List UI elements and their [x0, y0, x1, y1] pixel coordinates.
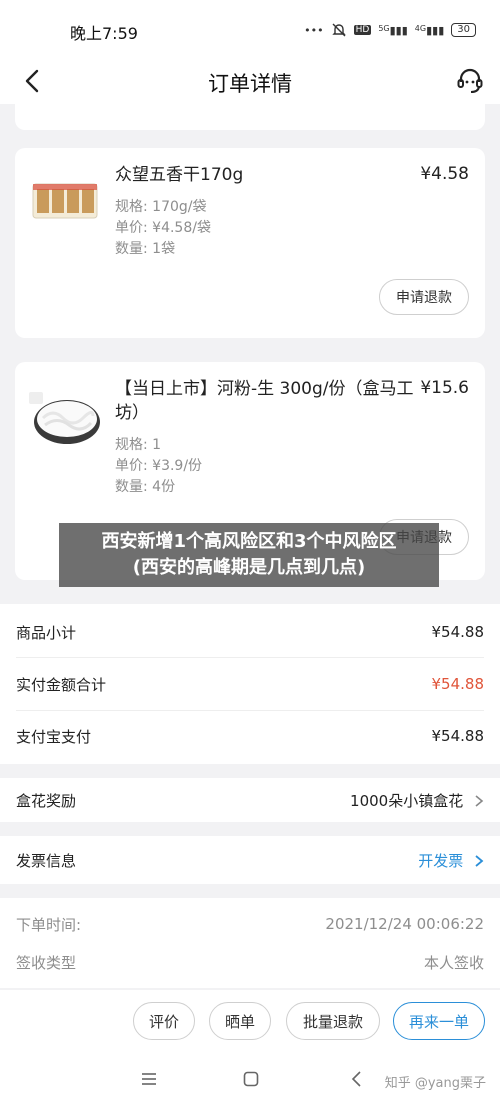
receipt-type-value: 本人签收 [423, 953, 484, 972]
reorder-button[interactable]: 再来一单 [393, 1002, 485, 1040]
share-button[interactable]: 晒单 [209, 1002, 271, 1040]
product-unit-price: 单价: ¥3.9/份 [115, 458, 203, 474]
more-dots-icon: ••• [304, 23, 324, 37]
batch-refund-button[interactable]: 批量退款 [286, 1002, 380, 1040]
customer-service-icon[interactable] [454, 65, 486, 97]
product-thumbnail[interactable] [27, 162, 103, 238]
review-button[interactable]: 评价 [133, 1002, 195, 1040]
tofu-package-image [32, 183, 98, 219]
subtotal-label: 商品小计 [16, 623, 77, 642]
overlay-caption-line: 西安新增1个高风险区和3个中风险区 [101, 531, 397, 552]
product-spec: 规格: 1 [115, 437, 162, 453]
mute-bell-icon [331, 23, 346, 37]
paid-total-label: 实付金额合计 [16, 675, 107, 694]
back-nav-icon[interactable] [348, 1070, 366, 1088]
status-bar: 晚上7:59 ••• HD 5G▮▮▮ 4G▮▮▮ 30 [0, 0, 500, 60]
payment-summary: 商品小计 ¥54.88 实付金额合计 ¥54.88 支付宝支付 ¥54.88 [0, 604, 500, 764]
nav-bar: 订单详情 [0, 60, 500, 104]
receipt-type-row: 签收类型 本人签收 [16, 936, 484, 988]
order-time-label: 下单时间: [16, 915, 82, 934]
page-title: 订单详情 [208, 72, 292, 96]
battery-icon: 30 [451, 23, 476, 37]
subtotal-value: ¥54.88 [431, 623, 485, 641]
product-name: 【当日上市】河粉-生 300g/份（盒马工 坊） [115, 377, 415, 425]
product-name: 众望五香干170g [115, 165, 244, 185]
paid-total-row: 实付金额合计 ¥54.88 [16, 658, 484, 710]
product-quantity: 数量: 4份 [115, 479, 176, 495]
product-unit-price: 单价: ¥4.58/袋 [115, 220, 211, 236]
subtotal-row: 商品小计 ¥54.88 [16, 606, 484, 658]
product-card: 众望五香干170g ¥4.58 规格: 170g/袋 单价: ¥4.58/袋 数… [15, 148, 485, 338]
product-thumbnail[interactable] [27, 378, 103, 454]
paid-total-value: ¥54.88 [431, 675, 485, 693]
reward-value: 1000朵小镇盒花 [350, 791, 464, 810]
issue-invoice-link[interactable]: 开发票 [418, 852, 463, 870]
alipay-label: 支付宝支付 [16, 727, 92, 746]
chevron-right-icon [475, 855, 484, 867]
order-time-value: 2021/12/24 00:06:22 [325, 915, 484, 933]
signal-4g-icon: 4G▮▮▮ [414, 23, 445, 37]
product-price: ¥15.6 [420, 378, 469, 398]
reward-section[interactable]: 盒花奖励 1000朵小镇盒花 [0, 778, 500, 822]
bottom-actions: 评价 晒单 批量退款 再来一单 [0, 990, 500, 1052]
hd-icon: HD [353, 25, 372, 35]
source-credit: 知乎 @yang栗子 [384, 1076, 486, 1091]
overlay-caption: 西安新增1个高风险区和3个中风险区 (西安的高峰期是几点到几点) [59, 523, 439, 587]
product-spec: 规格: 170g/袋 [115, 199, 207, 215]
invoice-row[interactable]: 发票信息 开发票 [16, 834, 484, 886]
invoice-action-wrap[interactable]: 开发票 [418, 850, 484, 871]
reward-label: 盒花奖励 [16, 791, 77, 810]
previous-card-edge [15, 104, 485, 130]
refund-button[interactable]: 申请退款 [379, 279, 469, 315]
product-name-line: 【当日上市】河粉-生 300g/份（盒马工 [115, 379, 414, 399]
invoice-label: 发票信息 [16, 851, 77, 870]
signal-5g-icon: 5G▮▮▮ [378, 23, 408, 37]
menu-icon[interactable] [140, 1070, 158, 1088]
alipay-row: 支付宝支付 ¥54.88 [16, 710, 484, 762]
reward-value-wrap: 1000朵小镇盒花 [350, 790, 484, 811]
product-quantity: 数量: 1袋 [115, 241, 176, 257]
system-nav-bar: 知乎 @yang栗子 [0, 1052, 500, 1111]
home-icon[interactable] [242, 1070, 260, 1088]
reward-row[interactable]: 盒花奖励 1000朵小镇盒花 [16, 774, 484, 826]
alipay-value: ¥54.88 [431, 727, 485, 745]
status-icons: ••• HD 5G▮▮▮ 4G▮▮▮ 30 [304, 22, 476, 38]
product-name-line: 坊） [115, 403, 149, 423]
product-price: ¥4.58 [420, 164, 469, 184]
invoice-section[interactable]: 发票信息 开发票 [0, 836, 500, 884]
receipt-type-label: 签收类型 [16, 953, 77, 972]
order-info-section: 下单时间: 2021/12/24 00:06:22 签收类型 本人签收 [0, 898, 500, 988]
overlay-caption-line: (西安的高峰期是几点到几点) [132, 557, 366, 578]
status-time: 晚上7:59 [70, 24, 138, 43]
chevron-right-icon [475, 795, 484, 807]
rice-noodle-image [29, 392, 100, 444]
